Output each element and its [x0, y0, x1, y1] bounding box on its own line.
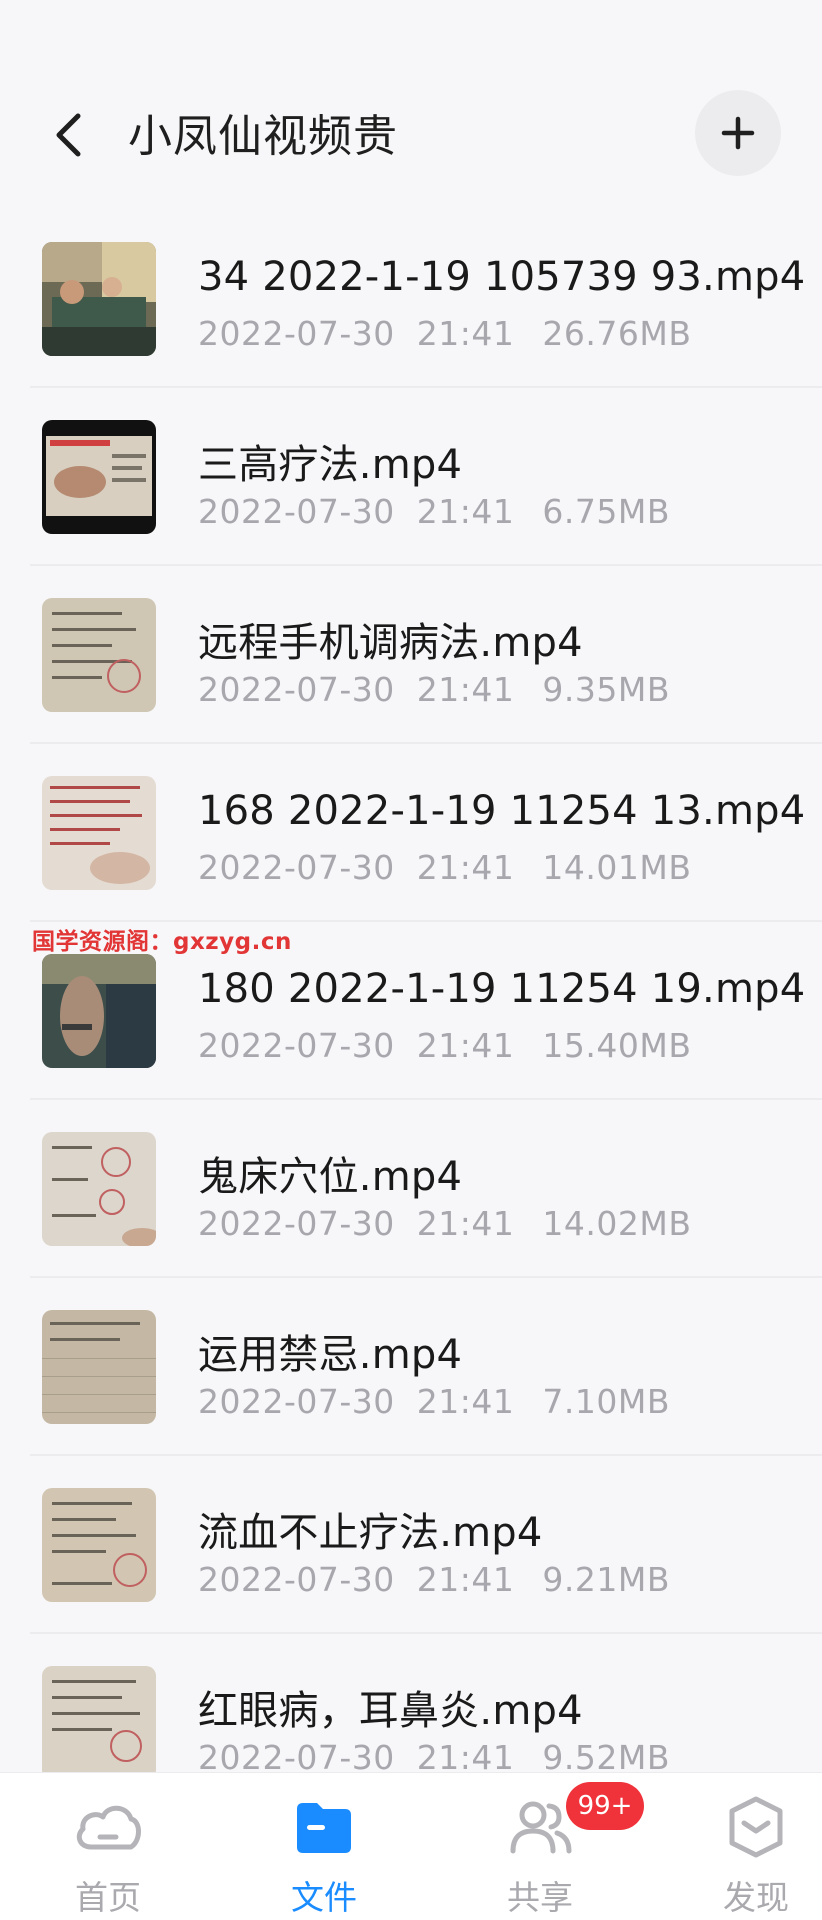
- header: 小凤仙视频贵: [0, 0, 822, 210]
- file-row[interactable]: 三高疗法.mp4 2022-07-30 21:41 6.75MB: [0, 388, 822, 566]
- file-name: 运用禁忌.mp4: [198, 1332, 463, 1378]
- video-thumbnail: [42, 776, 156, 890]
- nav-item-files[interactable]: 文件: [244, 1773, 404, 1920]
- nav-label: 发现: [723, 1878, 789, 1917]
- file-name: 三高疗法.mp4: [198, 442, 463, 488]
- file-date: 2022-07-30: [198, 1204, 395, 1243]
- discover-icon: [720, 1791, 792, 1863]
- file-time: 21:41: [416, 1204, 515, 1243]
- plus-icon: [721, 116, 755, 150]
- file-meta: 2022-07-30 21:41 26.76MB: [198, 314, 691, 353]
- file-time: 21:41: [416, 1026, 515, 1065]
- file-row[interactable]: 远程手机调病法.mp4 2022-07-30 21:41 9.35MB: [0, 566, 822, 744]
- video-thumbnail: [42, 420, 156, 534]
- file-meta: 2022-07-30 21:41 9.35MB: [198, 670, 670, 709]
- nav-label: 文件: [291, 1878, 357, 1917]
- file-row[interactable]: 鬼床穴位.mp4 2022-07-30 21:41 14.02MB: [0, 1100, 822, 1278]
- file-size: 9.35MB: [542, 670, 670, 709]
- file-size: 14.02MB: [542, 1204, 692, 1243]
- file-name: 流血不止疗法.mp4: [198, 1510, 543, 1556]
- file-row[interactable]: 流血不止疗法.mp4 2022-07-30 21:41 9.21MB: [0, 1456, 822, 1634]
- nav-label: 首页: [75, 1878, 141, 1917]
- file-size: 7.10MB: [542, 1382, 670, 1421]
- file-name: 远程手机调病法.mp4: [198, 620, 583, 666]
- file-size: 9.21MB: [542, 1560, 670, 1599]
- file-row[interactable]: 34 2022-1-19 105739 93.mp4 2022-07-30 21:…: [0, 210, 822, 388]
- video-thumbnail: [42, 1666, 156, 1780]
- file-meta: 2022-07-30 21:41 7.10MB: [198, 1382, 670, 1421]
- file-meta: 2022-07-30 21:41 14.02MB: [198, 1204, 691, 1243]
- file-date: 2022-07-30: [198, 1560, 395, 1599]
- file-name: 34 2022-1-19 105739 93.mp4: [198, 254, 806, 300]
- file-size: 6.75MB: [542, 492, 670, 531]
- video-thumbnail: [42, 954, 156, 1068]
- notification-badge: 99+: [566, 1782, 644, 1830]
- file-meta: 2022-07-30 21:41 6.75MB: [198, 492, 670, 531]
- file-time: 21:41: [416, 1382, 515, 1421]
- file-date: 2022-07-30: [198, 1026, 395, 1065]
- file-date: 2022-07-30: [198, 1382, 395, 1421]
- file-date: 2022-07-30: [198, 670, 395, 709]
- video-thumbnail: [42, 1132, 156, 1246]
- file-name: 168 2022-1-19 11254 13.mp4: [198, 788, 806, 834]
- add-button[interactable]: [695, 90, 781, 176]
- file-name: 180 2022-1-19 11254 19.mp4: [198, 966, 806, 1012]
- app-screen: 小凤仙视频贵 34 2022-1-19 105739 93.mp4 2022-0…: [0, 0, 822, 1920]
- file-time: 21:41: [416, 670, 515, 709]
- file-date: 2022-07-30: [198, 492, 395, 531]
- file-row[interactable]: 运用禁忌.mp4 2022-07-30 21:41 7.10MB: [0, 1278, 822, 1456]
- file-name: 鬼床穴位.mp4: [198, 1154, 463, 1200]
- file-time: 21:41: [416, 314, 515, 353]
- file-time: 21:41: [416, 492, 515, 531]
- file-date: 2022-07-30: [198, 314, 395, 353]
- watermark-text: 国学资源阁：gxzyg.cn: [32, 929, 292, 955]
- file-name: 红眼病，耳鼻炎.mp4: [198, 1688, 583, 1734]
- file-time: 21:41: [416, 848, 515, 887]
- file-time: 21:41: [416, 1560, 515, 1599]
- page-title: 小凤仙视频贵: [128, 111, 398, 162]
- file-size: 15.40MB: [542, 1026, 692, 1065]
- nav-item-home[interactable]: 首页: [28, 1773, 188, 1920]
- file-size: 26.76MB: [542, 314, 692, 353]
- chevron-left-icon: [56, 113, 81, 157]
- folder-icon: [288, 1791, 360, 1863]
- file-meta: 2022-07-30 21:41 14.01MB: [198, 848, 691, 887]
- cloud-icon: [72, 1791, 144, 1863]
- file-meta: 2022-07-30 21:41 15.40MB: [198, 1026, 691, 1065]
- file-date: 2022-07-30: [198, 848, 395, 887]
- nav-item-discover[interactable]: 发现: [676, 1773, 822, 1920]
- video-thumbnail: [42, 242, 156, 356]
- file-meta: 2022-07-30 21:41 9.21MB: [198, 1560, 670, 1599]
- file-row[interactable]: 168 2022-1-19 11254 13.mp4 2022-07-30 21:…: [0, 744, 822, 922]
- bottom-nav: 首页 文件 共享 发现: [0, 1772, 822, 1920]
- video-thumbnail: [42, 1488, 156, 1602]
- video-thumbnail: [42, 1310, 156, 1424]
- back-button[interactable]: [46, 105, 90, 165]
- people-icon: [504, 1791, 576, 1863]
- video-thumbnail: [42, 598, 156, 712]
- nav-label: 共享: [507, 1878, 573, 1917]
- file-size: 14.01MB: [542, 848, 692, 887]
